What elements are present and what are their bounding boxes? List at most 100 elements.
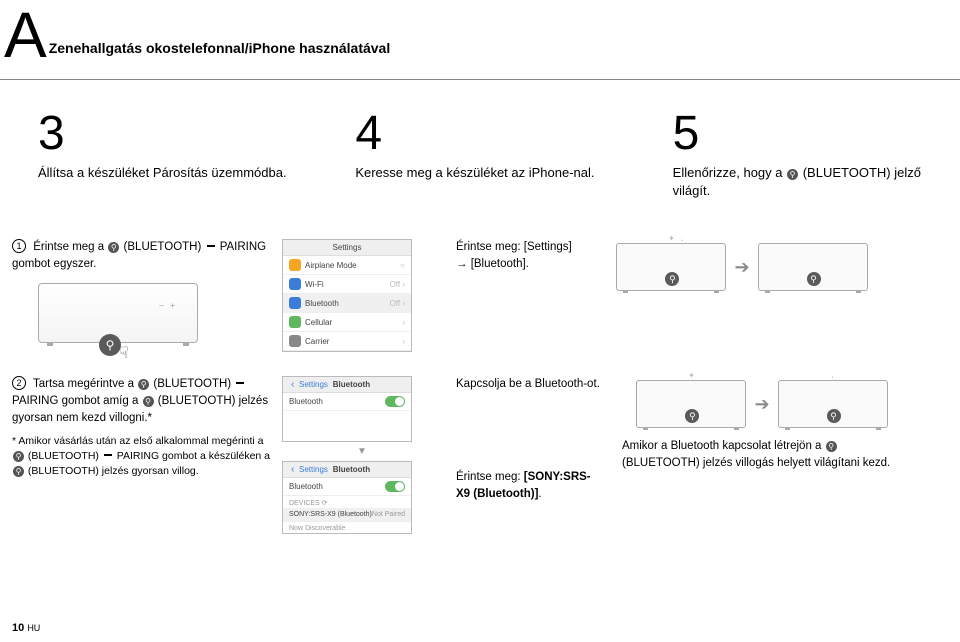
speaker-steady-illustration: ⚲ <box>758 243 868 291</box>
label: Carrier <box>305 337 329 346</box>
result-column: ✦ ⚲ ➔ • ⚲ Amikor a Bluetooth kapcsolat l… <box>612 376 912 471</box>
footnote: * Amikor vásárlás után az első alkalomma… <box>12 434 272 478</box>
instruction-column: Kapcsolja be a Bluetooth-ot. Érintse meg… <box>452 376 602 502</box>
settings-row-cellular: Cellular› <box>283 313 411 332</box>
touch-hand-icon: ☟ <box>119 342 129 365</box>
text: PAIRING gombot amíg a <box>12 395 142 407</box>
bluetooth-icon: ⚲ <box>138 379 149 390</box>
iphone-bluetooth-screenshot: Settings Bluetooth Bluetooth <box>282 376 412 442</box>
bluetooth-icon: ⚲ <box>685 409 699 423</box>
bluetooth-icon <box>289 297 301 309</box>
phone-title: Settings <box>283 240 411 256</box>
page-lang: HU <box>27 623 40 633</box>
step-3: 3 Állítsa a készüléket Párosítás üzemmód… <box>38 110 305 199</box>
bluetooth-icon: ⚲ <box>665 272 679 286</box>
dot-icon: • <box>681 238 683 244</box>
text: (BLUETOOTH) <box>120 241 204 253</box>
text: * Amikor vásárlás után az első alkalomma… <box>12 435 264 447</box>
dot-icon: • <box>832 375 834 381</box>
phone-title: Bluetooth <box>333 465 370 474</box>
label: Bluetooth <box>289 397 323 406</box>
toggle-off-icon: ○ <box>400 261 405 270</box>
page-number: 10 <box>12 622 24 634</box>
divider <box>0 79 960 80</box>
label: Bluetooth <box>305 299 339 308</box>
bluetooth-toggle-row: Bluetooth <box>283 393 411 411</box>
bluetooth-icon: ⚲ <box>807 272 821 286</box>
label: Wi-Fi <box>305 280 324 289</box>
step-number: 5 <box>673 110 940 158</box>
airplane-icon <box>289 259 301 271</box>
label: Cellular <box>305 318 332 327</box>
dash-icon <box>207 245 215 247</box>
value: Off <box>390 299 401 308</box>
step-text: Ellenőrizze, hogy a ⚲ (BLUETOOTH) jelző … <box>673 164 940 199</box>
iphone-bluetooth-devices-screenshot: Settings Bluetooth Bluetooth DEVICES ⟳ S… <box>282 461 412 534</box>
flash-icon: ✦ <box>668 234 675 243</box>
instruction-text: Érintse meg: [Settings] → [Bluetooth]. <box>452 239 582 272</box>
devices-label: DEVICES ⟳ <box>283 496 411 508</box>
value: Off <box>390 280 401 289</box>
bluetooth-icon: ⚲ <box>143 396 154 407</box>
step-text: Keresse meg a készüléket az iPhone-nal. <box>355 164 622 182</box>
text: (BLUETOOTH) jelzés gyorsan villog. <box>25 465 199 477</box>
back-button: Settings <box>289 465 328 474</box>
dash-icon <box>236 382 244 384</box>
carrier-icon <box>289 335 301 347</box>
phone-column: Settings Airplane Mode○ Wi-FiOff › Bluet… <box>282 239 442 352</box>
device-name: SONY:SRS-X9 (Bluetooth) <box>289 511 372 518</box>
device-row-sony: SONY:SRS-X9 (Bluetooth) Not Paired <box>283 508 411 522</box>
bluetooth-icon: ⚲ <box>826 441 837 452</box>
speaker-device-illustration: – + ⚲ ☟ <box>38 283 198 343</box>
step-text: Állítsa a készüléket Párosítás üzemmódba… <box>38 164 305 182</box>
step-number: 3 <box>38 110 305 158</box>
wifi-icon <box>289 278 301 290</box>
bluetooth-icon: ⚲ <box>827 409 841 423</box>
speaker-flashing-illustration: ✦• ⚲ <box>616 243 726 291</box>
label: Airplane Mode <box>305 261 357 270</box>
volume-icon: – + <box>159 300 175 312</box>
back-button: Settings <box>289 380 328 389</box>
text: Érintse meg a <box>33 241 107 253</box>
cellular-icon <box>289 316 301 328</box>
arrow-right-icon: ➔ <box>734 257 749 278</box>
bluetooth-icon: ⚲ <box>13 451 24 462</box>
bluetooth-icon: ⚲ <box>13 466 24 477</box>
substep-1: 1 Érintse meg a ⚲ (BLUETOOTH) PAIRING go… <box>12 239 272 342</box>
section-letter: A <box>0 10 47 61</box>
toggle-on-icon <box>385 396 405 407</box>
settings-row-bluetooth: BluetoothOff › <box>283 294 411 313</box>
settings-row-wifi: Wi-FiOff › <box>283 275 411 294</box>
circled-number: 1 <box>12 239 26 253</box>
instruction-text: Érintse meg: Érintse meg: [SONY:SRS-X9 (… <box>452 469 602 502</box>
text: PAIRING gombot a készüléken a <box>114 450 270 462</box>
device-status: Not Paired <box>372 511 405 518</box>
arrow-down-icon: ▼ <box>282 442 442 461</box>
settings-row-carrier: Carrier› <box>283 332 411 351</box>
speaker-flashing-illustration: ✦ ⚲ <box>636 380 746 428</box>
step-4: 4 Keresse meg a készüléket az iPhone-nal… <box>355 110 622 199</box>
result-text: Amikor a Bluetooth kapcsolat létrejön a … <box>612 438 912 471</box>
bluetooth-icon: ⚲ <box>108 242 119 253</box>
label: Bluetooth <box>289 482 323 491</box>
text: (BLUETOOTH) <box>150 378 234 390</box>
dash-icon <box>104 454 112 456</box>
text: Ellenőrizze, hogy a <box>673 165 786 180</box>
page-footer: 10 HU <box>12 622 40 634</box>
section-title: Zenehallgatás okostelefonnal/iPhone hasz… <box>47 10 391 56</box>
speaker-steady-illustration: • ⚲ <box>778 380 888 428</box>
device-result-column: ✦• ⚲ ➔ ⚲ <box>592 239 892 291</box>
discoverable-label: Now Discoverable <box>283 522 411 533</box>
instruction-text: Kapcsolja be a Bluetooth-ot. <box>452 376 602 393</box>
text: Amikor a Bluetooth kapcsolat létrejön a <box>622 440 825 452</box>
text: Tartsa megérintve a <box>33 378 137 390</box>
text: (BLUETOOTH) <box>25 450 102 462</box>
phone-column-2: Settings Bluetooth Bluetooth ▼ Settings … <box>282 376 442 534</box>
flash-icon: ✦ <box>688 371 695 380</box>
toggle-on-icon <box>385 481 405 492</box>
circled-number: 2 <box>12 376 26 390</box>
bluetooth-icon: ⚲ <box>787 169 798 180</box>
step-number: 4 <box>355 110 622 158</box>
bluetooth-toggle-row: Bluetooth <box>283 478 411 496</box>
bluetooth-icon: ⚲ <box>99 334 121 356</box>
